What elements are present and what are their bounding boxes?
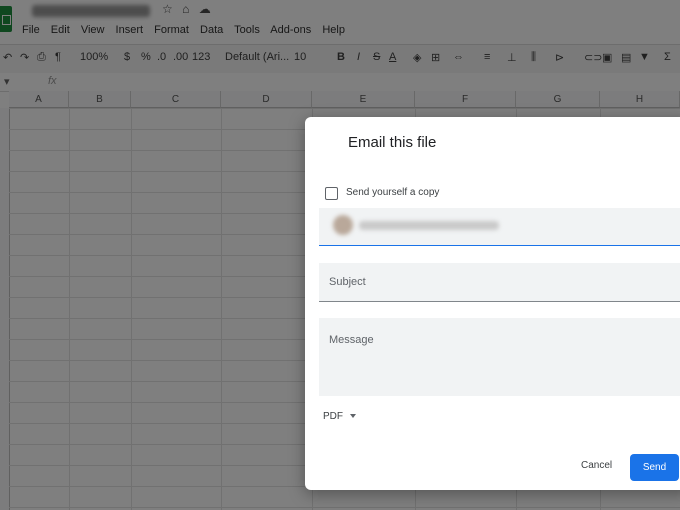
- format-select[interactable]: PDF: [323, 411, 356, 422]
- chevron-down-icon: [350, 414, 356, 419]
- recipient-avatar: [333, 215, 353, 235]
- format-value: PDF: [323, 411, 343, 422]
- cancel-button[interactable]: Cancel: [581, 460, 612, 471]
- subject-placeholder: Subject: [329, 276, 366, 288]
- message-field[interactable]: Message: [319, 318, 680, 396]
- message-placeholder: Message: [329, 334, 374, 346]
- subject-field[interactable]: Subject: [319, 263, 680, 302]
- recipient-field[interactable]: [319, 208, 680, 246]
- recipient-chip-blurred[interactable]: [359, 221, 499, 230]
- email-file-dialog: Email this file Send yourself a copy Sub…: [305, 117, 680, 490]
- send-copy-label[interactable]: Send yourself a copy: [346, 187, 439, 198]
- dialog-title: Email this file: [348, 134, 437, 151]
- send-button[interactable]: Send: [630, 454, 679, 481]
- send-copy-checkbox[interactable]: [325, 187, 338, 200]
